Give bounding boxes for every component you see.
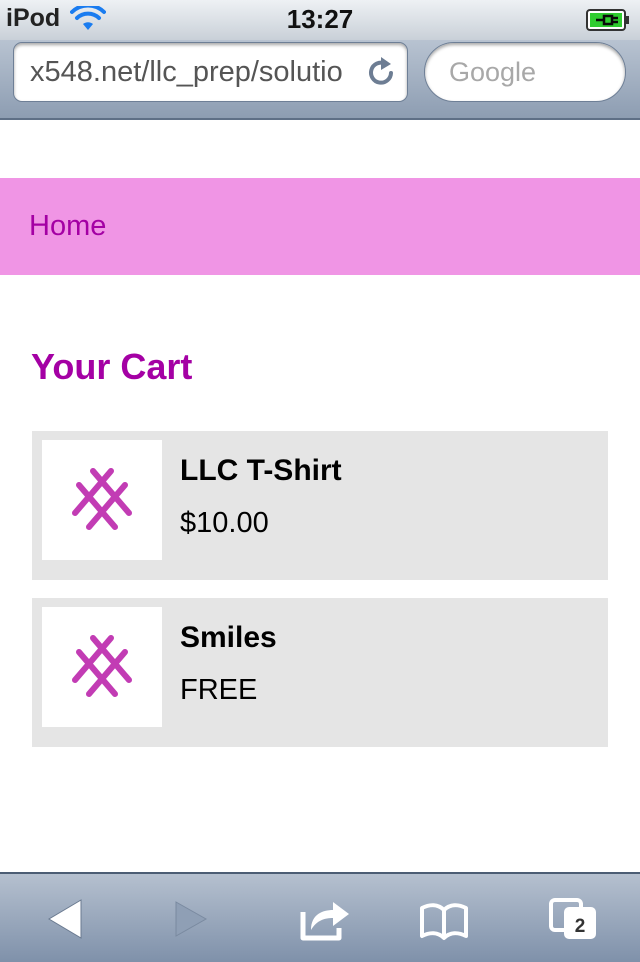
cart-list: LLC T-Shirt $10.00 Smiles FREE xyxy=(32,431,608,765)
tabs-button[interactable]: 2 xyxy=(543,894,603,944)
llc-logo-icon xyxy=(72,635,132,697)
battery-charging-icon xyxy=(586,9,630,31)
forward-arrow-icon[interactable] xyxy=(160,894,220,944)
product-thumbnail xyxy=(42,607,162,727)
url-text[interactable]: x548.net/llc_prep/solutio xyxy=(30,56,360,90)
status-bar: iPod 13:27 xyxy=(0,0,640,40)
bookmarks-book-icon[interactable] xyxy=(414,894,474,944)
tabs-count-badge: 2 xyxy=(569,916,591,938)
item-name: Smiles xyxy=(180,621,277,654)
llc-logo-icon xyxy=(72,468,132,530)
bookmarks-button[interactable] xyxy=(414,894,474,944)
nav-home-link[interactable]: Home xyxy=(29,210,106,243)
item-price: FREE xyxy=(180,674,258,706)
share-icon[interactable] xyxy=(293,894,353,944)
url-field[interactable]: x548.net/llc_prep/solutio xyxy=(13,42,408,102)
item-price: $10.00 xyxy=(180,507,269,539)
cart-item[interactable]: LLC T-Shirt $10.00 xyxy=(32,431,608,580)
back-button[interactable] xyxy=(35,894,95,944)
search-placeholder[interactable]: Google xyxy=(449,57,536,88)
reload-icon[interactable] xyxy=(365,55,397,89)
browser-toolbar: 2 xyxy=(0,872,640,962)
back-arrow-icon[interactable] xyxy=(35,894,95,944)
product-thumbnail xyxy=(42,440,162,560)
browser-address-bar: x548.net/llc_prep/solutio Google xyxy=(0,40,640,120)
forward-button[interactable] xyxy=(160,894,220,944)
page-title: Your Cart xyxy=(31,346,193,387)
clock: 13:27 xyxy=(286,4,354,34)
search-field[interactable]: Google xyxy=(424,42,626,102)
site-nav-bar: Home xyxy=(0,178,640,275)
share-button[interactable] xyxy=(293,894,353,944)
item-name: LLC T-Shirt xyxy=(180,454,342,487)
cart-item[interactable]: Smiles FREE xyxy=(32,598,608,747)
